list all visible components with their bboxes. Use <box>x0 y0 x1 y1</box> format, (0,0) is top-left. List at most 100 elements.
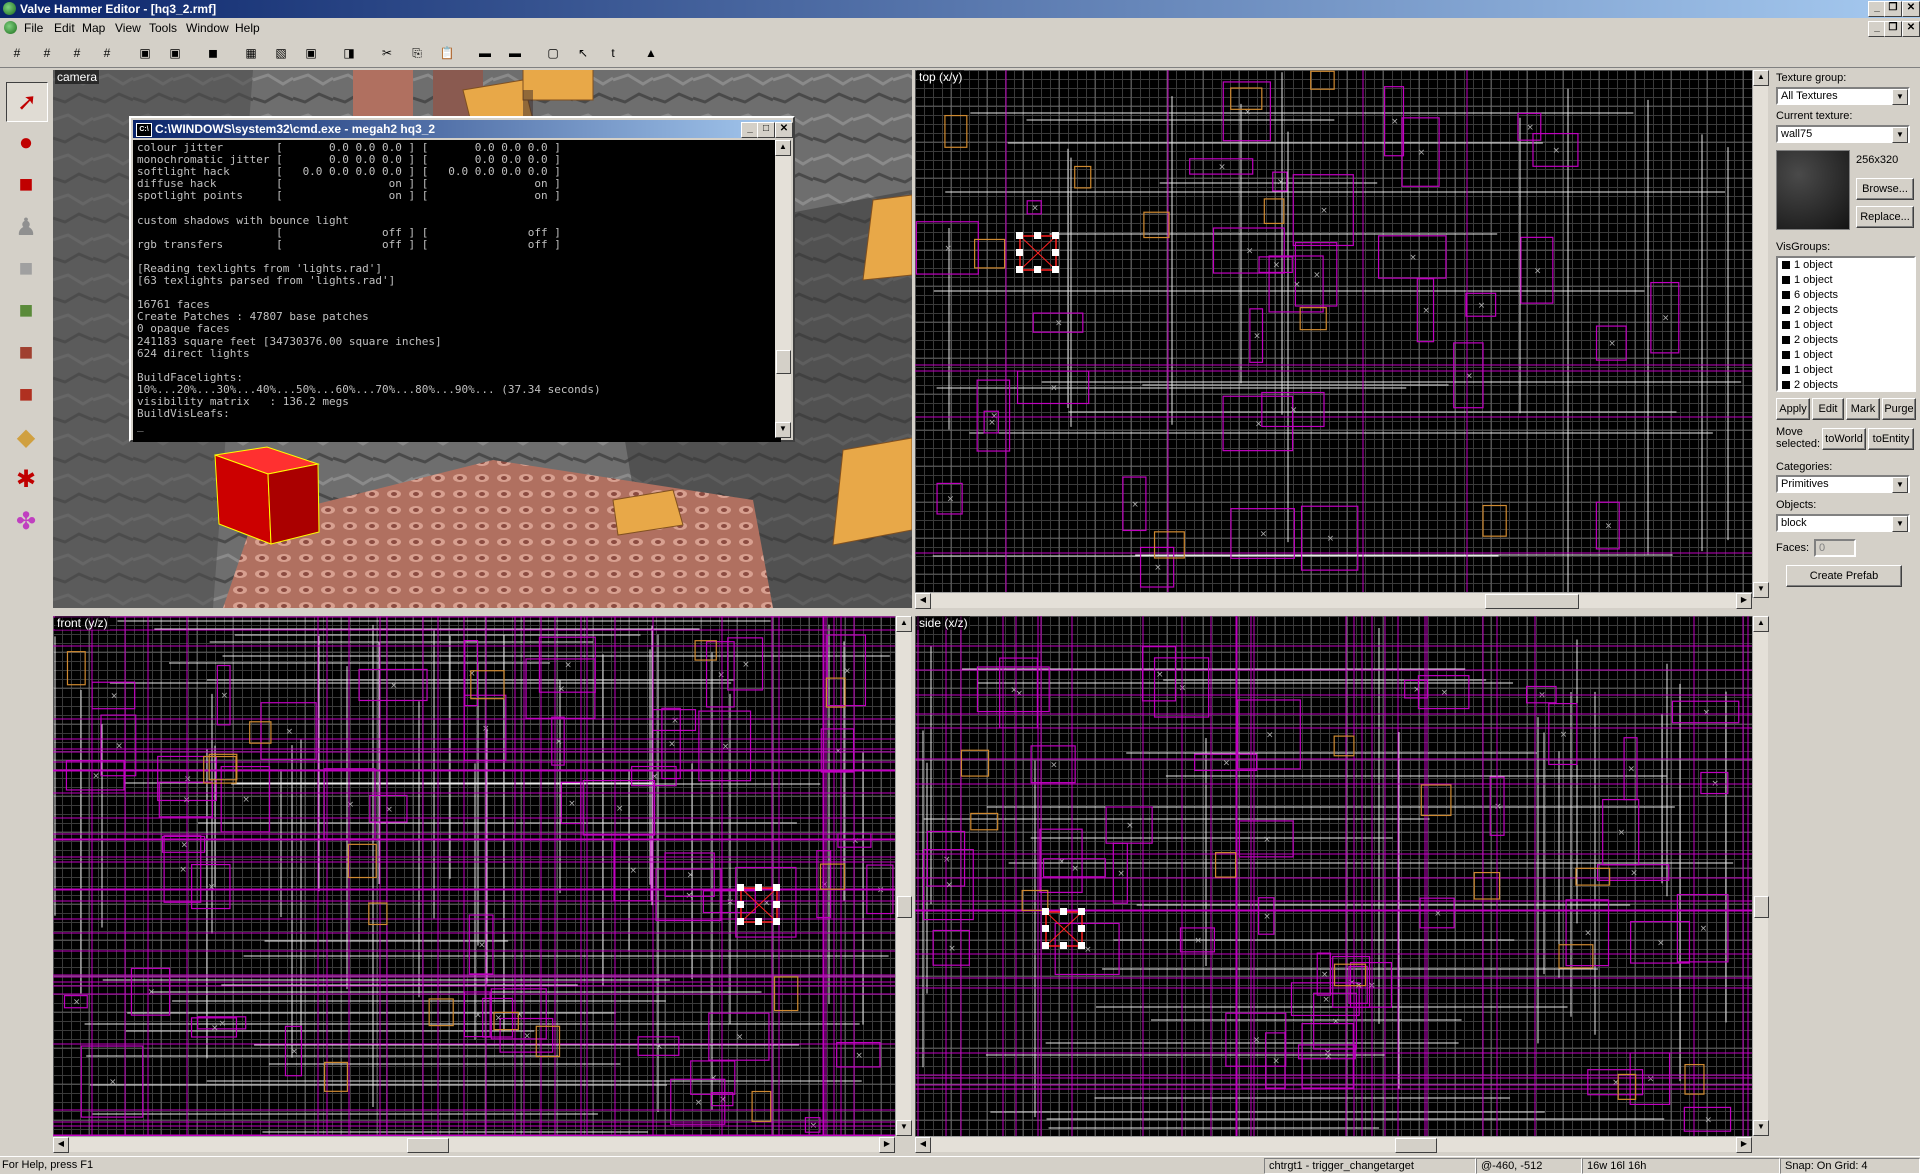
selection-tool[interactable]: ➚ <box>6 82 48 122</box>
redo-icon[interactable]: ◨ <box>340 44 358 62</box>
scroll-up-arrow[interactable]: ▲ <box>775 140 791 156</box>
close-button[interactable]: ✕ <box>1902 1 1920 17</box>
visgroup-item[interactable]: 1 object <box>1778 273 1914 288</box>
menu-file[interactable]: File <box>24 21 43 35</box>
scroll-thumb[interactable] <box>776 350 791 374</box>
menu-edit[interactable]: Edit <box>54 21 75 35</box>
cmd-maximize-button[interactable]: □ <box>757 122 775 138</box>
side-viewport-hscroll[interactable]: ◀ ▶ <box>915 1136 1752 1153</box>
chevron-down-icon[interactable]: ▼ <box>1892 516 1908 532</box>
apply-button[interactable]: Apply <box>1776 398 1810 420</box>
edit-button[interactable]: Edit <box>1812 398 1844 420</box>
menu-help[interactable]: Help <box>235 21 260 35</box>
decal-tool[interactable]: ■ <box>6 376 46 414</box>
cmd-title-bar[interactable]: C:\ C:\WINDOWS\system32\cmd.exe - megah2… <box>133 120 793 138</box>
run-map-icon[interactable]: ▲ <box>642 44 660 62</box>
paste-icon[interactable]: 📋 <box>438 44 456 62</box>
front-viewport[interactable]: front (y/z) × × × × × × × × × × × × × × × × × × × × × × × × × × × ×… <box>53 616 895 1136</box>
grid-3d-icon[interactable]: # <box>38 44 56 62</box>
group-icon[interactable]: ▣ <box>136 44 154 62</box>
menu-window[interactable]: Window <box>186 21 229 35</box>
visibility-icon[interactable] <box>1782 261 1790 270</box>
menu-map[interactable]: Map <box>82 21 105 35</box>
cmd-scrollbar[interactable]: ▲ ▼ <box>775 140 791 438</box>
visgroup-item[interactable]: 1 object <box>1778 363 1914 378</box>
texture-tool[interactable]: ■ <box>6 292 46 330</box>
scroll-left-arrow[interactable]: ◀ <box>53 1137 69 1153</box>
scroll-left-arrow[interactable]: ◀ <box>915 593 931 609</box>
apply-texture-tool[interactable]: ■ <box>6 334 46 372</box>
scroll-thumb[interactable] <box>1395 1138 1437 1153</box>
magnify-tool[interactable]: ● <box>6 124 46 162</box>
ungroup-icon[interactable]: ▣ <box>166 44 184 62</box>
cordon-icon[interactable]: ▢ <box>544 44 562 62</box>
side-viewport-vscroll[interactable]: ▲ ▼ <box>1752 616 1769 1136</box>
grid-dense-icon[interactable]: # <box>68 44 86 62</box>
scroll-down-arrow[interactable]: ▼ <box>896 1120 912 1136</box>
scroll-left-arrow[interactable]: ◀ <box>915 1137 931 1153</box>
cmd-window[interactable]: C:\ C:\WINDOWS\system32\cmd.exe - megah2… <box>129 116 795 442</box>
visibility-icon[interactable] <box>1782 381 1790 390</box>
scroll-thumb[interactable] <box>897 896 912 918</box>
path-tool[interactable]: ✤ <box>6 502 46 540</box>
chevron-down-icon[interactable]: ▼ <box>1892 477 1908 493</box>
document-icon[interactable] <box>4 21 17 34</box>
mark-button[interactable]: Mark <box>1846 398 1880 420</box>
visibility-icon[interactable] <box>1782 291 1790 300</box>
entity-tool[interactable]: ♟ <box>6 208 46 246</box>
categories-select[interactable]: Primitives ▼ <box>1776 475 1910 493</box>
undo-icon[interactable]: ▣ <box>302 44 320 62</box>
visgroup-item[interactable]: 1 object <box>1778 258 1914 273</box>
to-entity-button[interactable]: toEntity <box>1868 428 1914 450</box>
select-icon[interactable]: ↖ <box>574 44 592 62</box>
menu-view[interactable]: View <box>115 21 141 35</box>
clip-tool[interactable]: ◆ <box>6 418 46 456</box>
hollow-icon[interactable]: ▦ <box>242 44 260 62</box>
visibility-icon[interactable] <box>1782 276 1790 285</box>
visgroup-item[interactable]: 6 objects <box>1778 288 1914 303</box>
top-viewport-vscroll[interactable]: ▲ ▼ <box>1752 70 1769 598</box>
objects-select[interactable]: block ▼ <box>1776 514 1910 532</box>
scroll-up-arrow[interactable]: ▲ <box>896 616 912 632</box>
restore-button[interactable]: ❐ <box>1884 1 1902 17</box>
camera-tool[interactable]: ■ <box>6 166 46 204</box>
scroll-thumb[interactable] <box>1485 594 1579 609</box>
scroll-down-arrow[interactable]: ▼ <box>1753 1120 1769 1136</box>
scroll-down-arrow[interactable]: ▼ <box>1753 582 1769 598</box>
texture-lock-icon[interactable]: ▧ <box>272 44 290 62</box>
visgroup-item[interactable]: 1 object <box>1778 348 1914 363</box>
visibility-icon[interactable] <box>1782 306 1790 315</box>
top-viewport-hscroll[interactable]: ◀ ▶ <box>915 592 1752 609</box>
grid-snap-icon[interactable]: # <box>98 44 116 62</box>
browse-button[interactable]: Browse... <box>1856 178 1914 200</box>
replace-button[interactable]: Replace... <box>1856 206 1914 228</box>
front-viewport-hscroll[interactable]: ◀ ▶ <box>53 1136 895 1153</box>
block-tool[interactable]: ■ <box>6 250 46 288</box>
side-viewport[interactable]: side (x/z) × × × × × × × × × × × × × × × × × × × × × × × × × × × × ×… <box>915 616 1752 1136</box>
faces-input[interactable]: 0 <box>1814 539 1856 557</box>
hide-icon[interactable]: ▬ <box>476 44 494 62</box>
scroll-right-arrow[interactable]: ▶ <box>1736 593 1752 609</box>
texture-group-select[interactable]: All Textures ▼ <box>1776 87 1910 105</box>
cmd-close-button[interactable]: ✕ <box>775 122 793 138</box>
visibility-icon[interactable] <box>1782 366 1790 375</box>
visgroup-item[interactable]: 2 objects <box>1778 303 1914 318</box>
scroll-up-arrow[interactable]: ▲ <box>1753 616 1769 632</box>
scroll-up-arrow[interactable]: ▲ <box>1753 70 1769 86</box>
scroll-down-arrow[interactable]: ▼ <box>775 422 791 438</box>
current-texture-select[interactable]: wall75 ▼ <box>1776 125 1910 143</box>
visgroups-list[interactable]: 1 object 1 object 6 objects 2 objects 1 obje… <box>1776 256 1916 392</box>
grid-icon[interactable]: # <box>8 44 26 62</box>
to-world-button[interactable]: toWorld <box>1822 428 1866 450</box>
purge-button[interactable]: Purge <box>1882 398 1916 420</box>
visibility-icon[interactable] <box>1782 321 1790 330</box>
scroll-right-arrow[interactable]: ▶ <box>1736 1137 1752 1153</box>
show-icon[interactable]: ▬ <box>506 44 524 62</box>
copy-icon[interactable]: ⎘ <box>408 44 426 62</box>
visibility-icon[interactable] <box>1782 336 1790 345</box>
visibility-icon[interactable] <box>1782 351 1790 360</box>
cut-icon[interactable]: ✂ <box>378 44 396 62</box>
mdi-restore-button[interactable]: ❐ <box>1884 21 1902 37</box>
vertex-tool[interactable]: ✱ <box>6 460 46 498</box>
visgroup-item[interactable]: 1 object <box>1778 318 1914 333</box>
